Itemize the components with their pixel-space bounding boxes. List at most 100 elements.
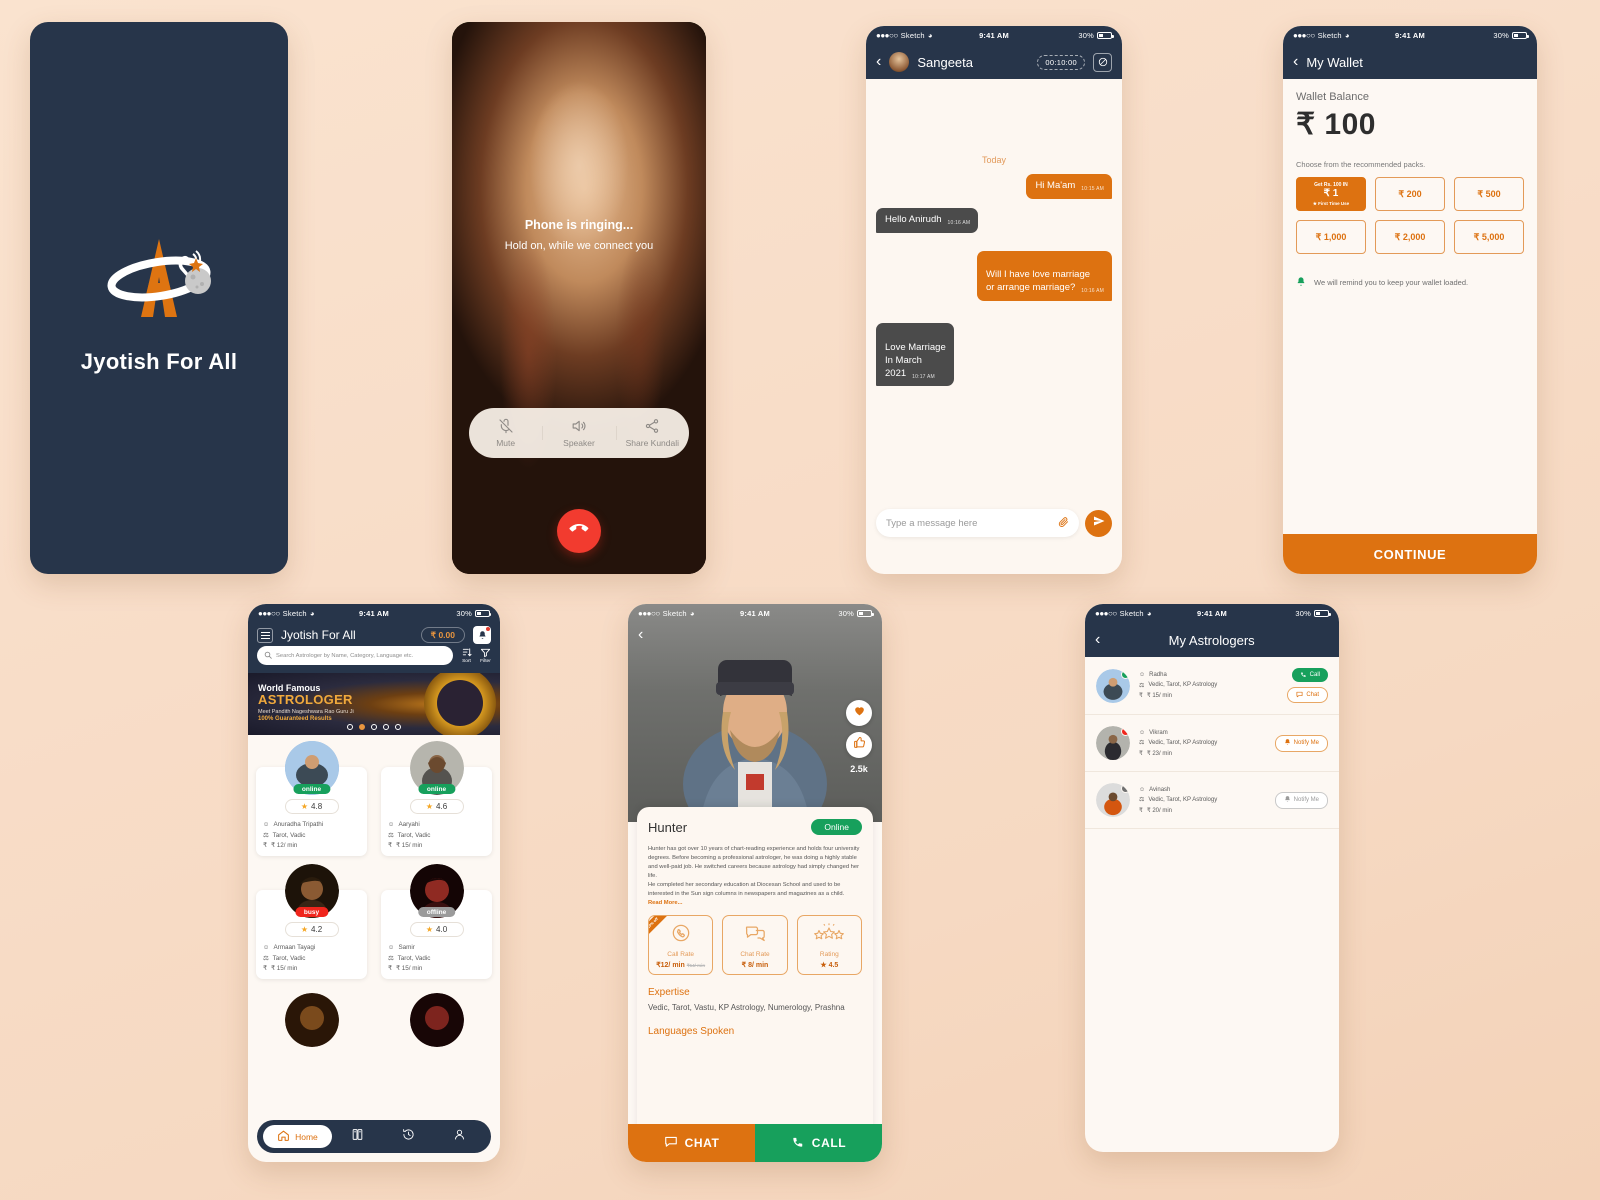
astrologer-skills: Vedic, Tarot, KP Astrology — [1148, 796, 1218, 803]
battery-percent: 30% — [456, 609, 472, 618]
carrier-label: Sketch — [900, 31, 925, 40]
astrologer-name: Anuradha Tripathi — [273, 821, 324, 828]
notify-me-button-disabled[interactable]: Notify Me — [1274, 791, 1328, 809]
call-button-label: Call — [1309, 672, 1320, 678]
nav-item-history[interactable] — [383, 1128, 434, 1146]
back-button[interactable]: ‹ — [638, 626, 643, 644]
rating-card: Rating ★ 4.5 — [796, 914, 862, 975]
hamburger-icon[interactable] — [257, 627, 273, 643]
star-icon: ★ — [300, 925, 309, 934]
app-name: Jyotish For All — [80, 349, 238, 374]
promo-banner[interactable]: World Famous ASTROLOGER Meet Pandith Nag… — [248, 673, 500, 735]
astrologer-card[interactable]: online ★ 4.8 ☺ Anuradha Tripathi ⚖ Tarot, … — [256, 741, 367, 856]
rating-pill: ★ 4.0 — [409, 922, 464, 937]
read-more-link[interactable]: Read More... — [648, 900, 862, 906]
chat-button[interactable]: CHAT — [628, 1124, 755, 1162]
astrologer-card-partial[interactable] — [381, 989, 492, 1047]
astrologer-card[interactable]: busy ★ 4.2 ☺ Armaan Tayagi ⚖ Tarot, Vadic … — [256, 864, 367, 979]
profile-details: Hunter Online Hunter has got over 10 yea… — [637, 807, 873, 1162]
astrologer-name: Avinash — [1149, 786, 1171, 793]
day-separator: Today — [981, 155, 1007, 165]
sort-button[interactable]: Sort — [461, 647, 472, 664]
astrologer-list-item[interactable]: ☺ Vikram ⚖ Vedic, Tarot, KP Astrology ₹ ₹ 2… — [1085, 715, 1339, 772]
astrologer-card[interactable]: online ★ 4.6 ☺ Aaryahi ⚖ Tarot, Vadic ₹ ₹ 1… — [381, 741, 492, 856]
astrologer-skills: Vedic, Tarot, KP Astrology — [1148, 682, 1218, 688]
back-button[interactable]: ‹ — [876, 54, 881, 70]
languages-title: Languages Spoken — [648, 1025, 735, 1037]
price-icon: ₹ — [1139, 807, 1143, 814]
favorite-button[interactable] — [846, 700, 872, 726]
call-timer: 00:10:00 — [1037, 54, 1085, 70]
message-input[interactable]: Type a message here — [876, 509, 1079, 537]
astrologer-card-partial[interactable] — [256, 989, 367, 1047]
paperclip-icon[interactable] — [1058, 516, 1069, 530]
continue-button[interactable]: CONTINUE — [1283, 534, 1537, 574]
back-button[interactable]: ‹ — [1293, 54, 1298, 70]
banner-dot[interactable] — [395, 724, 401, 730]
pack-option[interactable]: ₹ 5,000 — [1454, 220, 1524, 254]
stars-icon — [812, 923, 846, 947]
message-text: Will I have love marriage or arrange mar… — [986, 269, 1091, 294]
call-button-label: CALL — [811, 1136, 847, 1150]
astrologer-card[interactable]: offline ★ 4.0 ☺ Samir ⚖ Tarot, Vadic ₹ ₹ 15… — [381, 864, 492, 979]
call-rate-card[interactable]: 10% off Call Rate ₹12/ min ₹14/ min — [648, 914, 714, 975]
notify-me-button[interactable]: Notify Me — [1274, 734, 1328, 752]
skill-icon: ⚖ — [1139, 740, 1145, 746]
pack-option[interactable]: ₹ 1,000 — [1296, 220, 1366, 254]
astrologer-list-item[interactable]: ☺ Radha ⚖ Vedic, Tarot, KP Astrology ₹ ₹ 15… — [1085, 657, 1339, 715]
banner-dot[interactable] — [383, 724, 389, 730]
battery-percent: 30% — [1078, 31, 1095, 40]
message-bubble-in: Hello Anirudh 10:16 AM — [876, 207, 979, 233]
price-icon: ₹ — [1139, 750, 1143, 757]
wallet-balance-pill[interactable]: ₹ 0.00 — [420, 627, 465, 643]
mic-off-icon — [469, 418, 542, 434]
pack-option[interactable]: ₹ 200 — [1375, 177, 1445, 211]
astrologer-skills: Tarot, Vadic — [272, 831, 306, 839]
pack-option-first-time[interactable]: Get Rs. 100 IN ₹ 1 ★ First Time Use — [1296, 177, 1366, 211]
signal-dots: ●●●○○ — [1293, 31, 1315, 40]
message-text: Hello Anirudh — [885, 213, 942, 225]
nav-item-home[interactable]: Home — [263, 1125, 332, 1148]
chat-rate-label: Chat Rate — [740, 950, 770, 958]
astrologer-list-item[interactable]: ☺ Avinash ⚖ Vedic, Tarot, KP Astrology ₹ ₹ … — [1085, 772, 1339, 829]
notifications-button[interactable] — [473, 626, 491, 644]
pack-option[interactable]: ₹ 500 — [1454, 177, 1524, 211]
like-button[interactable] — [846, 732, 872, 758]
signal-dots: ●●●○○ — [1095, 609, 1117, 618]
price-icon: ₹ — [263, 842, 268, 849]
status-badge: busy — [294, 907, 329, 917]
bell-icon — [1296, 276, 1306, 289]
my-astrologers-navbar: ‹ My Astrologers — [1085, 623, 1339, 657]
message-time: 10:15 AM — [1081, 186, 1104, 193]
clock: 9:41 AM — [979, 31, 1009, 40]
speaker-button[interactable]: Speaker — [542, 418, 615, 448]
nav-item-library[interactable] — [332, 1128, 383, 1146]
astrologer-skills: Tarot, Vadic — [397, 831, 431, 839]
price-icon: ₹ — [388, 842, 393, 849]
send-button[interactable] — [1085, 509, 1112, 537]
banner-dot[interactable] — [347, 724, 353, 730]
back-button[interactable]: ‹ — [1095, 632, 1100, 648]
price-icon: ₹ — [388, 965, 393, 972]
banner-dot-active[interactable] — [359, 724, 365, 730]
contact-avatar[interactable] — [889, 52, 910, 72]
banner-dot[interactable] — [371, 724, 377, 730]
call-button[interactable]: CALL — [755, 1124, 882, 1162]
filter-button[interactable]: Filter — [480, 647, 491, 664]
search-input[interactable]: Search Astrologer by Name, Category, Lan… — [257, 646, 453, 665]
end-chat-button[interactable] — [1093, 52, 1112, 72]
battery-icon — [1314, 610, 1331, 617]
call-button[interactable]: Call — [1291, 668, 1328, 682]
home-screen: ●●●○○ Sketch ◕ 9:41 AM 30% Jyotish For A… — [248, 604, 500, 1162]
page-title: My Wallet — [1306, 54, 1363, 70]
banner-pagination[interactable] — [248, 724, 500, 730]
rating-pill: ★ 4.2 — [284, 922, 339, 937]
astrologer-name: Hunter — [648, 819, 688, 835]
chat-button[interactable]: Chat — [1287, 687, 1328, 703]
pack-option[interactable]: ₹ 2,000 — [1375, 220, 1445, 254]
nav-item-profile[interactable] — [434, 1128, 485, 1146]
hangup-button[interactable] — [557, 509, 601, 553]
share-kundali-button[interactable]: Share Kundali — [615, 418, 689, 448]
chat-rate-card[interactable]: Chat Rate ₹ 8/ min — [722, 914, 788, 975]
mute-button[interactable]: Mute — [469, 418, 542, 448]
